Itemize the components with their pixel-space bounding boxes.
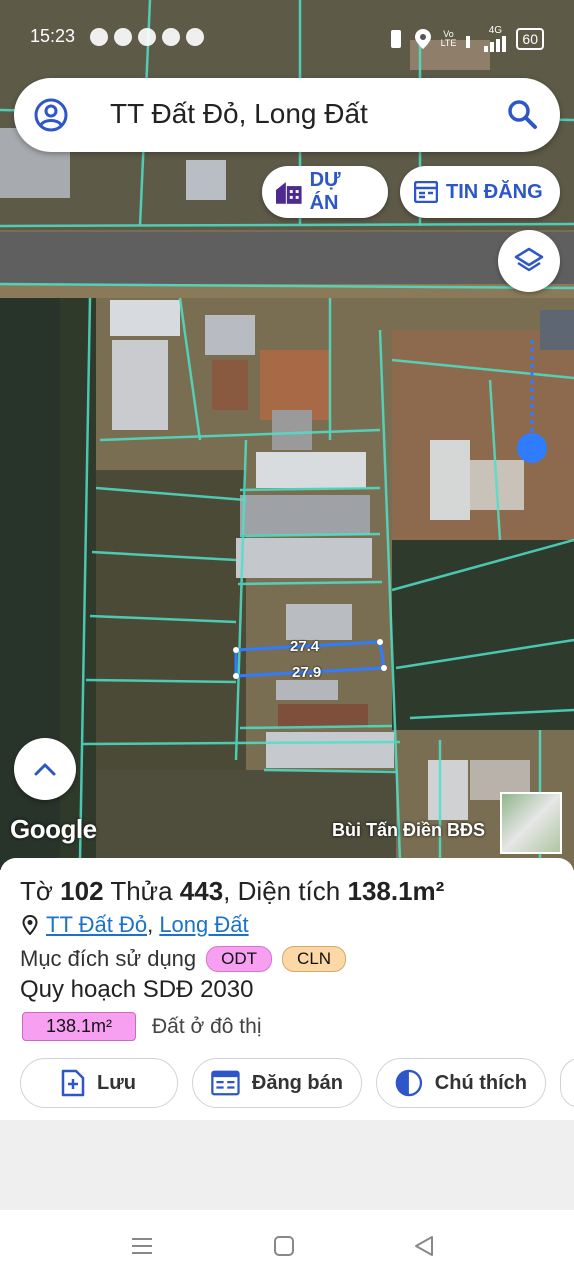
- signal-bars-icon: [484, 36, 507, 52]
- buildings-icon: [276, 182, 302, 204]
- legend-label: Chú thích: [434, 1071, 527, 1094]
- du-an-chip[interactable]: DỰ ÁN: [262, 166, 388, 218]
- plan-label: Quy hoạch SDĐ 2030: [20, 976, 254, 1003]
- listing-icon: [414, 181, 438, 203]
- tin-dang-chip[interactable]: TIN ĐĂNG: [400, 166, 560, 218]
- search-bar[interactable]: TT Đất Đỏ, Long Đất: [14, 78, 560, 152]
- network-label: 4G: [488, 25, 503, 36]
- layers-icon: [514, 247, 544, 272]
- tiktok-icon: [138, 28, 156, 46]
- location-separator: ,: [147, 912, 154, 937]
- signal-icon: [466, 36, 471, 48]
- measure-label-top: 27.4: [290, 638, 320, 655]
- legend-button[interactable]: Chú thích: [376, 1058, 546, 1108]
- listing-icon: [211, 1070, 240, 1096]
- status-time: 15:23: [30, 26, 76, 46]
- parcel-location: TT Đất Đỏ, Long Đất: [22, 912, 249, 938]
- tiktok-icon: [114, 28, 132, 46]
- dien-tich-label: Diện tích: [237, 876, 341, 906]
- google-logo: Google: [10, 814, 97, 844]
- satellite-map[interactable]: 15:23 Vo LTE 4G 60 TT Đất Đỏ, Long Đất D…: [0, 0, 574, 870]
- location-link-district[interactable]: Long Đất: [159, 912, 248, 937]
- plan-area-row: 138.1m² Đất ở đô thị: [22, 1012, 262, 1041]
- purpose-label: Mục đích sử dụng: [20, 946, 197, 971]
- post-sale-button[interactable]: Đăng bán: [192, 1058, 362, 1108]
- badge-odt: ODT: [206, 946, 273, 972]
- more-actions-button[interactable]: [560, 1058, 574, 1108]
- layers-button[interactable]: [498, 230, 560, 292]
- user-icon[interactable]: [34, 98, 68, 132]
- land-use-purpose: Mục đích sử dụng ODT CLN: [20, 946, 347, 972]
- dien-tich-value: 138.1m²: [347, 876, 445, 906]
- thua-label: Thửa: [110, 876, 173, 906]
- volte-label: Vo LTE: [440, 29, 457, 48]
- area-description: Đất ở đô thị: [152, 1014, 262, 1038]
- thua-value: 443: [179, 876, 224, 906]
- location-status-icon: [414, 29, 431, 49]
- expand-panel-button[interactable]: [14, 738, 76, 800]
- panel-bottom-area: [0, 1120, 574, 1210]
- save-button[interactable]: Lưu: [20, 1058, 178, 1108]
- messenger-icon: [90, 28, 108, 46]
- parcel-info-panel: Tờ 102 Thửa 443, Diện tích 138.1m² TT Đấ…: [0, 858, 574, 1120]
- location-link-town[interactable]: TT Đất Đỏ: [46, 912, 147, 937]
- notification-icons: [90, 28, 204, 46]
- battery-icon: 60: [516, 28, 544, 50]
- parcel-header: Tờ 102 Thửa 443, Diện tích 138.1m²: [20, 876, 445, 906]
- badge-cln: CLN: [282, 946, 347, 972]
- location-pin-icon: [22, 915, 38, 935]
- system-nav-bar: [0, 1210, 574, 1280]
- post-sale-label: Đăng bán: [251, 1071, 343, 1094]
- watermark-text: Bùi Tấn Điền BĐS: [332, 820, 486, 840]
- search-icon[interactable]: [506, 98, 538, 130]
- menu-icon[interactable]: [130, 1234, 154, 1258]
- to-label: Tờ: [20, 876, 53, 906]
- tiktok-icon: [162, 28, 180, 46]
- save-label: Lưu: [97, 1071, 136, 1094]
- back-icon[interactable]: [412, 1234, 436, 1258]
- measure-label-bottom: 27.9: [292, 664, 322, 681]
- vibrate-icon: [390, 30, 401, 48]
- avatar[interactable]: [500, 792, 562, 854]
- search-title[interactable]: TT Đất Đỏ, Long Đất: [110, 98, 368, 130]
- du-an-label: DỰ ÁN: [309, 169, 341, 214]
- status-right: Vo LTE 4G 60: [387, 26, 544, 52]
- chevron-up-icon: [34, 763, 56, 776]
- contrast-icon: [395, 1069, 423, 1097]
- home-icon[interactable]: [272, 1234, 296, 1258]
- area-badge: 138.1m²: [22, 1012, 136, 1041]
- status-bar: 15:23 Vo LTE 4G 60: [0, 22, 574, 54]
- add-file-icon: [61, 1069, 85, 1097]
- to-value: 102: [60, 876, 104, 906]
- tin-dang-label: TIN ĐĂNG: [446, 180, 543, 203]
- app-icon: [186, 28, 204, 46]
- network-group: 4G: [484, 25, 507, 52]
